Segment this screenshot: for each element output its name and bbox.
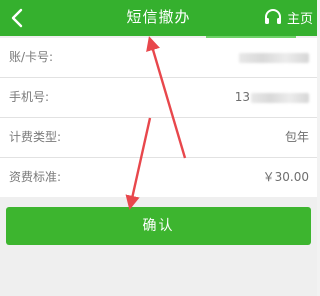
account-label: 账/卡号:	[9, 50, 54, 64]
phone-label: 手机号:	[9, 90, 50, 104]
tariff-value: ￥30.00	[262, 170, 309, 184]
billing-type-value: 包年	[284, 130, 309, 144]
list-item-tariff: 资费标准: ￥30.00	[0, 158, 317, 197]
phone-prefix: 13	[234, 90, 250, 104]
list-item-account: 账/卡号:	[0, 38, 317, 78]
obscured-account	[239, 52, 309, 63]
info-list: 账/卡号: 手机号: 13 计费类型: 包年 资费标准: ￥30.00	[0, 38, 317, 197]
phone-value: 13	[235, 78, 309, 117]
tariff-label: 资费标准:	[9, 170, 62, 184]
headset-icon	[264, 9, 281, 24]
confirm-button[interactable]: 确认	[6, 207, 311, 245]
header-bar: 短信撤办 主页	[0, 0, 317, 36]
billing-type-label: 计费类型:	[9, 130, 62, 144]
list-item-phone: 手机号: 13	[0, 78, 317, 118]
obscured-phone	[251, 92, 309, 103]
home-button[interactable]: 主页	[263, 4, 313, 30]
home-label: 主页	[286, 11, 313, 27]
sms-cancel-page: 短信撤办 主页 账/卡号: 手机号: 13 计费类型: 包年 资费标准: ￥30…	[0, 0, 317, 296]
list-item-billing-type: 计费类型: 包年	[0, 118, 317, 158]
account-value	[239, 38, 309, 77]
